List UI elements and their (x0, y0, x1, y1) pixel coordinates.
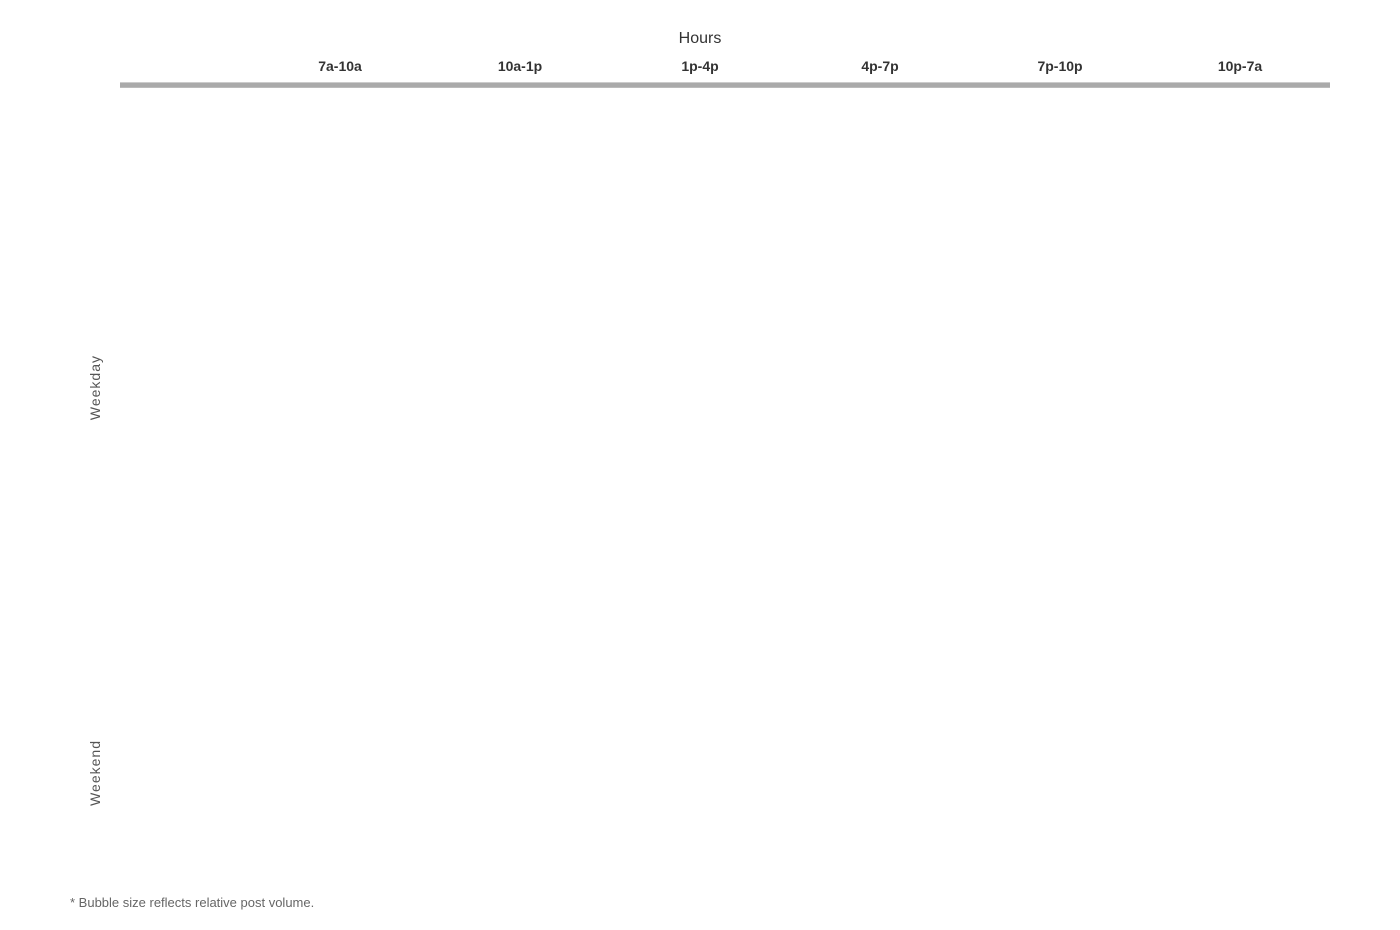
y-axis: Weekday Weekend (70, 113, 120, 883)
weekend-label: Weekend (87, 740, 103, 806)
col-header-4p-7p: 4p-7p (790, 58, 970, 74)
weekend-group-label: Weekend (70, 663, 120, 883)
weekend-section (120, 85, 1330, 88)
weekday-label: Weekday (87, 355, 103, 420)
footnote: * Bubble size reflects relative post vol… (70, 895, 1330, 910)
col-header-10a-1p: 10a-1p (430, 58, 610, 74)
column-headers: 7a-10a10a-1p1p-4p4p-7p7p-10p10p-7a (120, 58, 1330, 83)
chart-container: Hours Weekday Weekend 7a-10a10a-1p1p-4p4… (30, 0, 1370, 930)
weekday-group-label: Weekday (70, 113, 120, 663)
grid-wrapper: Weekday Weekend 7a-10a10a-1p1p-4p4p-7p7p… (70, 58, 1330, 883)
col-header-10p-7a: 10p-7a (1150, 58, 1330, 74)
corner-cell (120, 58, 250, 74)
col-header-1p-4p: 1p-4p (610, 58, 790, 74)
chart-title: Hours (70, 30, 1330, 48)
col-header-7a-10a: 7a-10a (250, 58, 430, 74)
col-header-7p-10p: 7p-10p (970, 58, 1150, 74)
main-table: 7a-10a10a-1p1p-4p4p-7p7p-10p10p-7a (120, 58, 1330, 883)
